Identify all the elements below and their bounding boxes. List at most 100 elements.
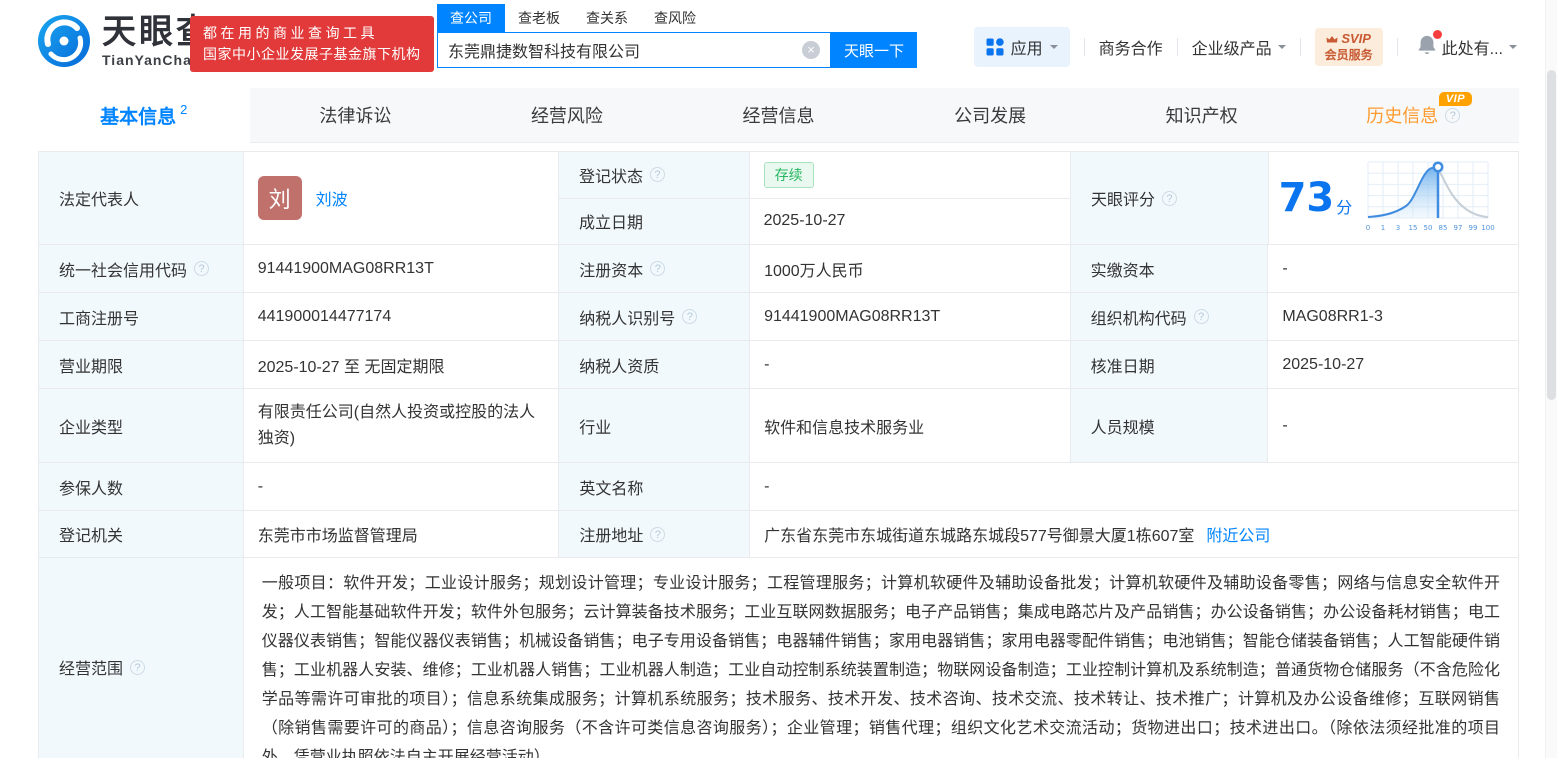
promo-line1: 都在用的商业查询工具 [203, 25, 378, 41]
svg-text:85: 85 [1439, 224, 1448, 232]
table-row: 企业类型 有限责任公司(自然人投资或控股的法人独资) 行业 软件和信息技术服务业… [39, 389, 1518, 463]
search-area: 查公司 查老板 查关系 查风险 × 天眼一下 [437, 4, 917, 68]
paid-capital-value: - [1282, 259, 1288, 277]
chevron-down-icon [1049, 45, 1058, 53]
tab-company-development[interactable]: 公司发展 [884, 88, 1096, 142]
org-code-label-text: 组织机构代码 [1090, 310, 1187, 328]
taxpayer-quality-value: - [750, 341, 1071, 388]
section-tabs: 基本信息 2 法律诉讼 经营风险 经营信息 公司发展 知识产权 历史信息 ? V… [38, 88, 1519, 143]
tab-legal[interactable]: 法律诉讼 [250, 88, 462, 142]
table-row: 成立日期 2025-10-27 [558, 198, 1070, 244]
svg-text:15: 15 [1409, 224, 1418, 232]
table-row: 工商注册号 441900014477174 纳税人识别号 ? 91441900M… [39, 293, 1518, 341]
apps-label: 应用 [1010, 41, 1043, 58]
taxpayer-id-label-text: 纳税人识别号 [579, 310, 676, 328]
clear-icon[interactable]: × [802, 41, 820, 59]
help-icon[interactable]: ? [130, 659, 146, 675]
english-name-value: - [764, 477, 770, 495]
insured-count-value: - [244, 463, 560, 510]
divider [1083, 38, 1085, 56]
help-icon[interactable]: ? [650, 261, 666, 276]
svg-text:50: 50 [1424, 224, 1433, 232]
scrollbar-track[interactable] [1545, 0, 1557, 758]
org-code-label: 组织机构代码 ? [1070, 293, 1269, 340]
industry-label: 行业 [559, 389, 751, 462]
divider [1299, 38, 1301, 56]
help-icon[interactable]: ? [1445, 107, 1461, 123]
approval-date-value: 2025-10-27 [1282, 355, 1365, 373]
biz-term-value: 2025-10-27 至 无固定期限 [244, 341, 560, 388]
paid-capital-label: 实缴资本 [1070, 245, 1269, 292]
nearby-companies-link[interactable]: 附近公司 [1206, 522, 1270, 546]
user-menu[interactable]: 此处有... [1442, 35, 1517, 59]
reg-status-label-text: 登记状态 [578, 168, 643, 186]
tab-operating-risk[interactable]: 经营风险 [461, 88, 673, 142]
business-scope-label-text: 经营范围 [59, 661, 124, 678]
legal-rep-link[interactable]: 刘波 [316, 186, 348, 210]
help-icon[interactable]: ? [650, 526, 666, 542]
table-row: 经营范围 ? 一般项目：软件开发；工业设计服务；规划设计管理；专业设计服务；工程… [39, 558, 1518, 758]
scrollbar-thumb[interactable] [1547, 70, 1556, 400]
search-tab-risk[interactable]: 查风险 [641, 4, 709, 32]
promo-banner: 都在用的商业查询工具 国家中小企业发展子基金旗下机构 [190, 16, 434, 72]
help-icon[interactable]: ? [194, 261, 210, 276]
svg-text:100: 100 [1482, 224, 1495, 232]
search-tab-company[interactable]: 查公司 [437, 4, 505, 32]
reg-address-label: 注册地址 ? [559, 511, 751, 557]
table-row: 法定代表人 刘 刘波 登记状态 ? 存续 成立日期 2025-10-27 天眼评… [39, 152, 1518, 245]
divider [1396, 38, 1398, 56]
status-date-group: 登记状态 ? 存续 成立日期 2025-10-27 [558, 152, 1071, 244]
establish-date-label: 成立日期 [558, 198, 750, 244]
svip-member-button[interactable]: SVIP 会员服务 [1314, 28, 1383, 66]
taxpayer-quality-label: 纳税人资质 [559, 341, 751, 388]
reg-status-label: 登记状态 ? [558, 152, 750, 198]
help-icon[interactable]: ? [649, 167, 665, 183]
reg-capital-label: 注册资本 ? [559, 245, 751, 292]
search-tabs: 查公司 查老板 查关系 查风险 [437, 4, 917, 32]
search-input-wrap: × [437, 32, 831, 68]
biz-term-label: 营业期限 [39, 341, 244, 388]
table-row: 登记机关 东莞市市场监督管理局 注册地址 ? 广东省东莞市东城街道东城路东城段5… [39, 511, 1518, 558]
help-icon[interactable]: ? [1193, 309, 1209, 324]
svg-text:97: 97 [1454, 224, 1463, 232]
search-tab-relation[interactable]: 查关系 [573, 4, 641, 32]
notifications-button[interactable] [1416, 29, 1442, 62]
org-code-value: MAG08RR1-3 [1282, 307, 1383, 325]
score-bell-curve-chart: 0 1 3 15 50 85 97 99 100 [1366, 161, 1495, 232]
business-scope-value: 一般项目：软件开发；工业设计服务；规划设计管理；专业设计服务；工程管理服务；计算… [261, 575, 1500, 758]
help-icon[interactable]: ? [682, 309, 698, 324]
tab-basic-info[interactable]: 基本信息 2 [38, 88, 250, 143]
nav-cooperation[interactable]: 商务合作 [1099, 35, 1163, 59]
staff-size-value: - [1282, 416, 1288, 434]
svg-text:3: 3 [1396, 224, 1400, 232]
search-input[interactable] [438, 41, 802, 59]
svg-text:99: 99 [1469, 224, 1478, 232]
taxpayer-id-value: 91441900MAG08RR13T [750, 293, 1071, 340]
search-button[interactable]: 天眼一下 [831, 32, 917, 68]
biz-reg-no-value: 441900014477174 [244, 293, 560, 340]
chevron-down-icon [1277, 45, 1286, 53]
tab-intellectual-property[interactable]: 知识产权 [1096, 88, 1308, 142]
svg-text:0: 0 [1366, 224, 1370, 232]
score-label-text: 天眼评分 [1090, 192, 1155, 209]
nav-enterprise[interactable]: 企业级产品 [1192, 35, 1286, 59]
reg-address-value: 广东省东莞市东城街道东城路东城段577号御景大厦1栋607室 附近公司 [750, 511, 1518, 557]
company-type-label: 企业类型 [39, 389, 244, 462]
score-number: 73 [1278, 175, 1335, 221]
reg-capital-value: 1000万人民币 [750, 245, 1071, 292]
tab-operating-info[interactable]: 经营信息 [673, 88, 885, 142]
biz-reg-no-label: 工商注册号 [39, 293, 244, 340]
tab-history[interactable]: 历史信息 ? VIP [1307, 88, 1519, 142]
industry-value: 软件和信息技术服务业 [750, 389, 1071, 462]
avatar[interactable]: 刘 [257, 176, 302, 220]
crown-icon [1326, 35, 1338, 42]
insured-count-label: 参保人数 [39, 463, 244, 510]
score-unit: 分 [1336, 200, 1353, 217]
credit-code-value: 91441900MAG08RR13T [244, 245, 560, 292]
table-row: 统一社会信用代码 ? 91441900MAG08RR13T 注册资本 ? 100… [39, 245, 1518, 293]
search-tab-boss[interactable]: 查老板 [505, 4, 573, 32]
apps-menu[interactable]: 应用 [973, 27, 1070, 67]
help-icon[interactable]: ? [1161, 190, 1177, 206]
status-badge: 存续 [763, 161, 814, 188]
english-name-label: 英文名称 [559, 463, 751, 510]
